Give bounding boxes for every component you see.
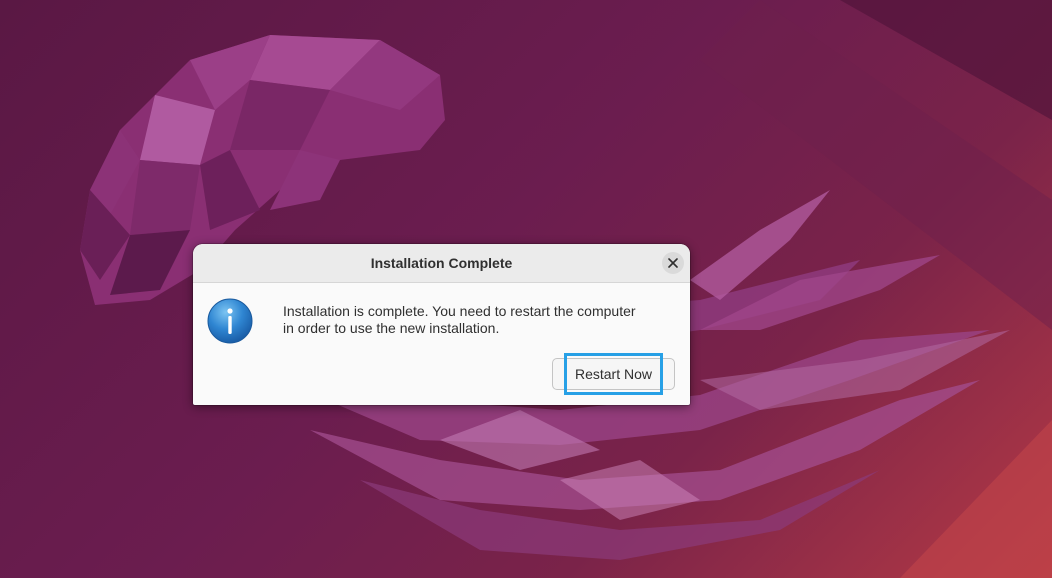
dialog-title: Installation Complete [370,255,513,271]
message-line-2: in order to use the new installation. [283,320,500,336]
close-icon [668,258,678,268]
dialog-message: Installation is complete. You need to re… [283,303,683,337]
info-icon [207,298,253,344]
message-line-1: Installation is complete. You need to re… [283,303,636,319]
dialog-titlebar: Installation Complete [193,244,690,283]
restart-now-button[interactable]: Restart Now [552,358,675,390]
close-button[interactable] [662,252,684,274]
installation-complete-dialog: Installation Complete Installation is co… [193,244,690,405]
